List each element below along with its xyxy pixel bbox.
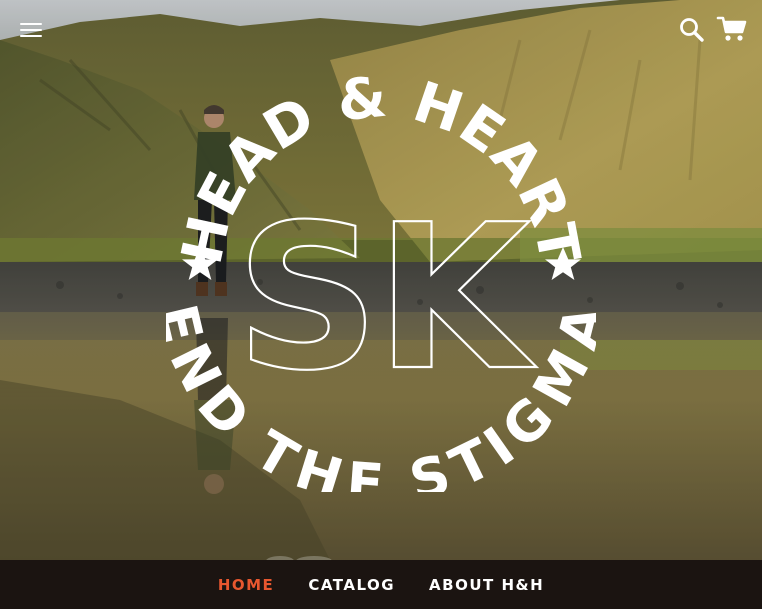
search-icon[interactable]: [678, 16, 706, 44]
page: HEAD & HEART END THE STIGMA SK: [0, 0, 762, 609]
logo-monogram: SK: [235, 182, 537, 415]
hamburger-menu-icon[interactable]: [20, 20, 44, 38]
nav-home-link[interactable]: HOME: [218, 576, 274, 594]
nav-about-link[interactable]: ABOUT H&H: [429, 576, 544, 594]
scroll-indicator: [266, 556, 332, 560]
head-and-heart-logo[interactable]: HEAD & HEART END THE STIGMA SK: [145, 62, 616, 516]
cart-icon[interactable]: [716, 14, 748, 44]
main-navigation: HOME CATALOG ABOUT H&H: [0, 560, 762, 609]
hero-banner: HEAD & HEART END THE STIGMA SK: [0, 0, 762, 560]
nav-catalog-link[interactable]: CATALOG: [308, 576, 395, 594]
